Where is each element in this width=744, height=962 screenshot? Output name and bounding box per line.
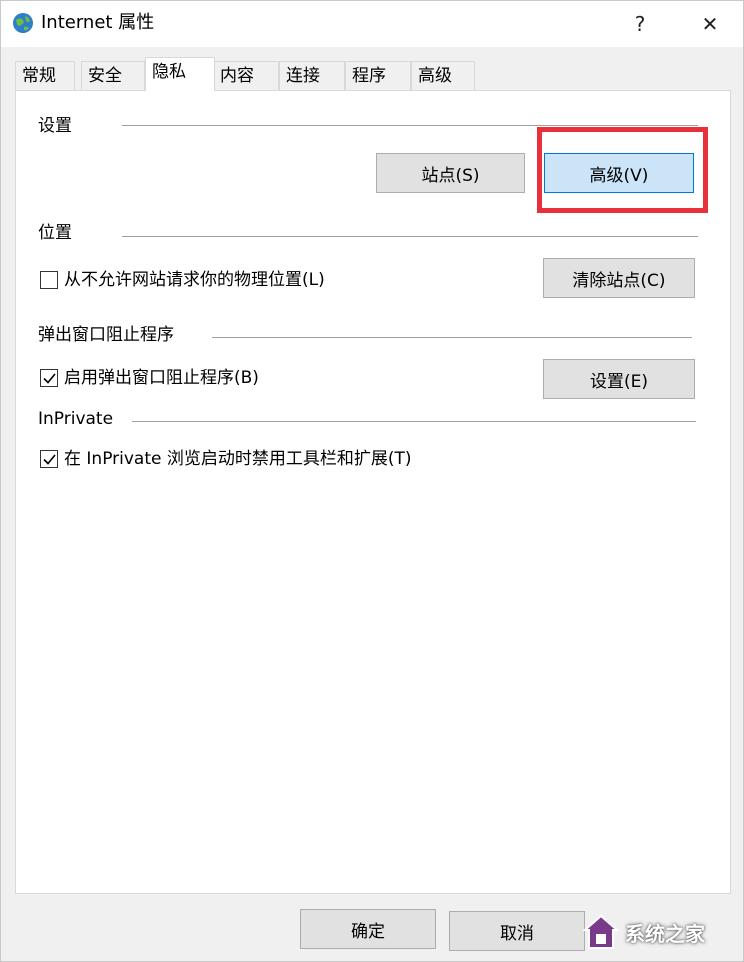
watermark-text: 系统之家 — [625, 921, 705, 946]
settings-section-title: 设置 — [38, 115, 78, 137]
privacy-tab-panel: 设置 站点(S) 高级(V) 位置 从不允许网站请求你的物理位置(L) 清除站点… — [15, 90, 731, 894]
checkmark-icon — [43, 373, 56, 384]
ok-button[interactable]: 确定 — [300, 909, 436, 949]
inprivate-disable-checkbox[interactable] — [40, 450, 58, 468]
watermark: 系统之家 — [581, 909, 741, 955]
popup-blocker-row[interactable]: 启用弹出窗口阻止程序(B) — [40, 367, 259, 389]
inprivate-section-title: InPrivate — [38, 408, 120, 430]
tab-content[interactable]: 内容 — [213, 61, 279, 91]
popup-settings-button[interactable]: 设置(E) — [543, 359, 695, 399]
inprivate-disable-row[interactable]: 在 InPrivate 浏览启动时禁用工具栏和扩展(T) — [40, 448, 412, 470]
window-title: Internet 属性 — [41, 12, 155, 33]
cancel-button[interactable]: 取消 — [449, 911, 585, 951]
popup-blocker-label: 启用弹出窗口阻止程序(B) — [64, 368, 259, 388]
clear-sites-button[interactable]: 清除站点(C) — [543, 258, 695, 298]
internet-properties-dialog: Internet 属性 ? ✕ 常规 安全 隐私 内容 连接 程序 高级 设置 … — [0, 0, 744, 962]
help-button[interactable]: ? — [617, 1, 663, 47]
inprivate-separator — [132, 421, 696, 422]
tab-security[interactable]: 安全 — [81, 61, 145, 91]
title-bar: Internet 属性 ? ✕ — [1, 1, 743, 47]
popup-section-title: 弹出窗口阻止程序 — [38, 324, 180, 346]
tab-advanced[interactable]: 高级 — [411, 61, 475, 91]
close-button[interactable]: ✕ — [687, 1, 733, 47]
location-section-title: 位置 — [38, 222, 78, 244]
never-allow-location-label: 从不允许网站请求你的物理位置(L) — [64, 270, 325, 290]
inprivate-disable-label: 在 InPrivate 浏览启动时禁用工具栏和扩展(T) — [64, 449, 412, 469]
sites-button[interactable]: 站点(S) — [376, 153, 525, 193]
tab-general[interactable]: 常规 — [15, 61, 75, 91]
tab-strip: 常规 安全 隐私 内容 连接 程序 高级 — [15, 57, 485, 91]
tab-privacy[interactable]: 隐私 — [145, 57, 215, 91]
popup-separator — [212, 337, 692, 338]
tab-programs[interactable]: 程序 — [345, 61, 411, 91]
never-allow-location-checkbox[interactable] — [40, 271, 58, 289]
internet-globe-icon — [11, 11, 35, 35]
settings-separator — [122, 125, 698, 126]
tab-connections[interactable]: 连接 — [279, 61, 345, 91]
location-separator — [122, 236, 698, 237]
checkmark-icon — [43, 454, 56, 465]
watermark-house-icon — [582, 914, 620, 949]
advanced-button[interactable]: 高级(V) — [544, 153, 694, 193]
never-allow-location-row[interactable]: 从不允许网站请求你的物理位置(L) — [40, 269, 325, 291]
popup-blocker-checkbox[interactable] — [40, 369, 58, 387]
